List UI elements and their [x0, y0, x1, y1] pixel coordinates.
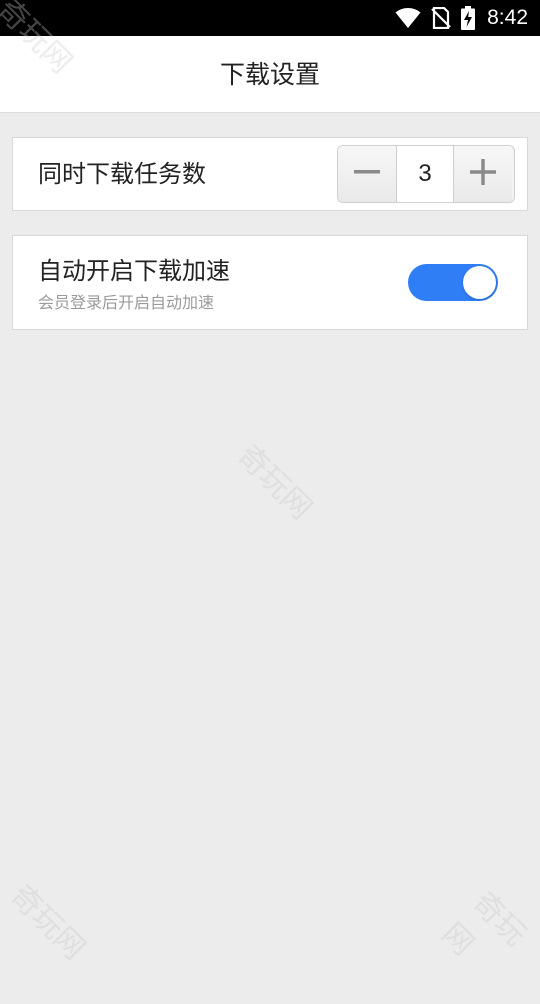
- concurrent-downloads-label: 同时下载任务数: [38, 160, 206, 188]
- concurrent-downloads-value[interactable]: 3: [396, 146, 454, 202]
- auto-acceleration-row: 自动开启下载加速 会员登录后开启自动加速: [12, 235, 528, 330]
- concurrent-downloads-stepper: 3: [337, 145, 515, 203]
- no-sim-icon: [431, 7, 451, 29]
- auto-acceleration-label: 自动开启下载加速: [38, 257, 230, 285]
- decrement-button[interactable]: [338, 146, 396, 202]
- status-time: 8:42: [487, 6, 528, 29]
- watermark: 奇玩网: [434, 885, 533, 963]
- battery-charging-icon: [461, 6, 476, 30]
- wifi-icon: [395, 7, 421, 29]
- watermark: 奇玩网: [3, 878, 92, 967]
- status-icons: 8:42: [395, 0, 528, 36]
- plus-icon: [470, 159, 496, 189]
- toggle-knob: [463, 266, 496, 299]
- increment-button[interactable]: [454, 146, 512, 202]
- auto-acceleration-toggle[interactable]: [408, 264, 498, 301]
- status-bar: 8:42: [0, 0, 540, 36]
- auto-acceleration-sublabel: 会员登录后开启自动加速: [38, 293, 215, 312]
- minus-icon: [354, 159, 380, 189]
- concurrent-downloads-row: 同时下载任务数 3: [12, 137, 528, 211]
- watermark: 奇玩网: [230, 438, 319, 527]
